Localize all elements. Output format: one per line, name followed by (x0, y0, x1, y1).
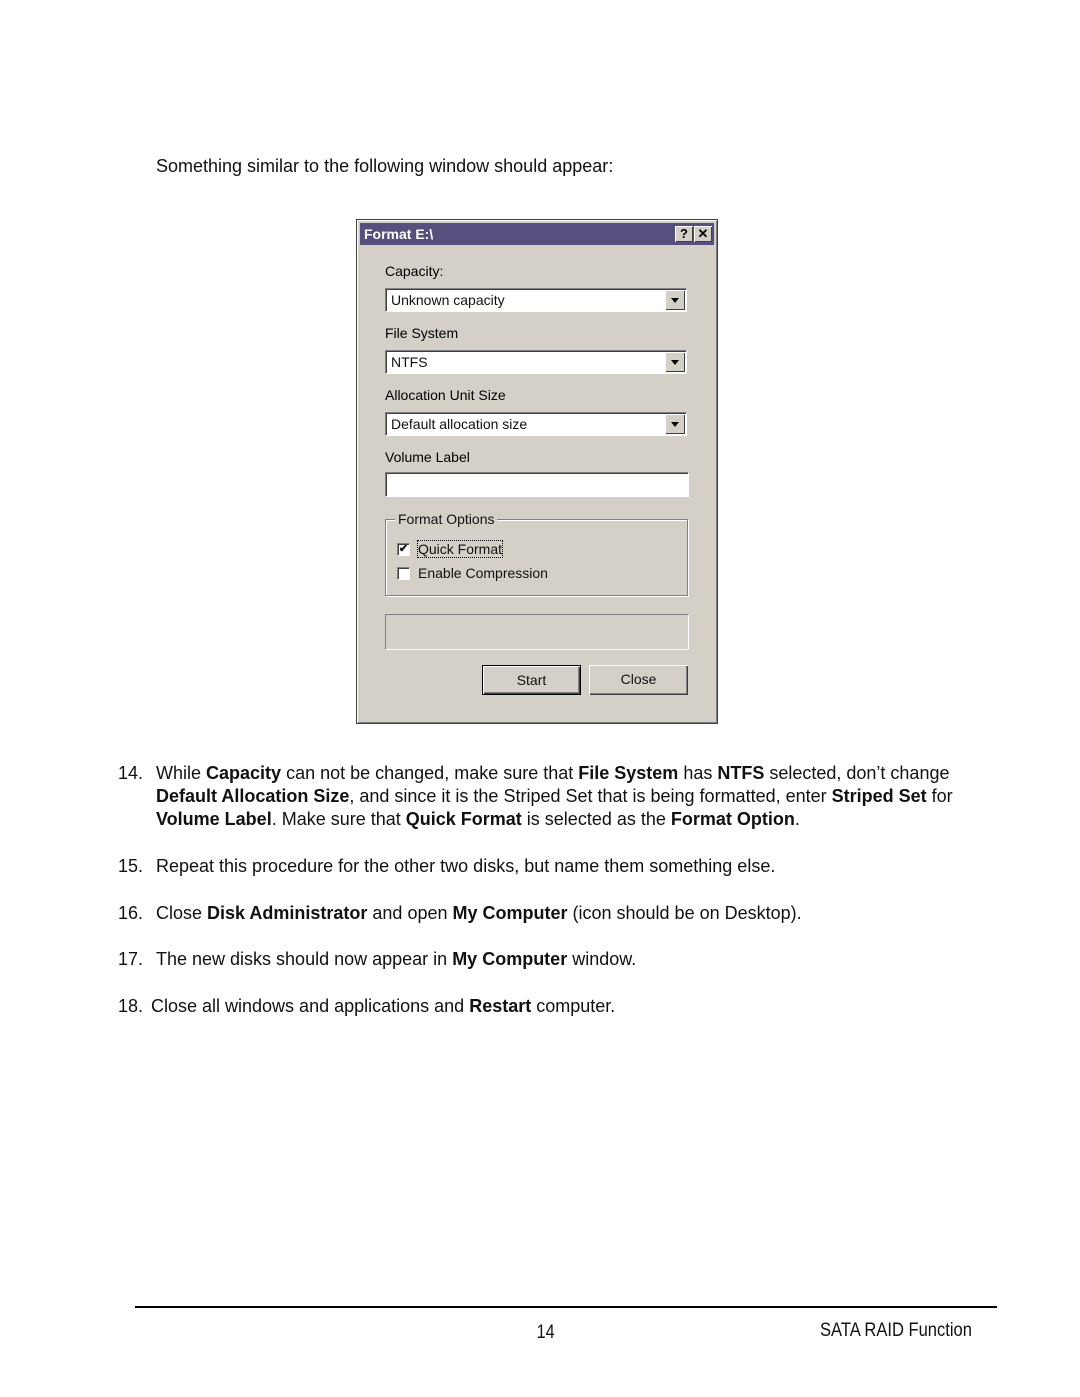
text-run: window. (567, 949, 637, 969)
checkbox-empty-icon[interactable] (397, 566, 410, 580)
filesystem-label: File System (385, 325, 459, 341)
volume-label: Volume Label (385, 449, 470, 465)
title-bar[interactable]: Format E:\ ? ✕ (360, 223, 714, 245)
volume-label-input[interactable] (385, 472, 689, 497)
step-text: While Capacity can not be changed, make … (156, 762, 1006, 831)
dialog-title: Format E:\ (364, 226, 434, 242)
text-run: and open (367, 903, 453, 923)
compression-label: Enable Compression (418, 565, 548, 581)
text-run: (icon should be on Desktop). (567, 903, 802, 923)
emphasis-term: File System (578, 763, 679, 783)
chevron-down-icon[interactable] (665, 352, 685, 372)
page-number: 14 (536, 1322, 555, 1343)
emphasis-term: Disk Administrator (207, 903, 368, 923)
step-text: Close all windows and applications and R… (151, 995, 1001, 1018)
text-run: While (156, 763, 207, 783)
allocation-label: Allocation Unit Size (385, 387, 506, 403)
text-run: can not be changed, make sure that (281, 763, 579, 783)
chevron-down-icon[interactable] (665, 290, 685, 310)
compression-checkbox[interactable]: Enable Compression (397, 565, 548, 581)
capacity-label: Capacity: (385, 263, 444, 279)
allocation-select[interactable]: Default allocation size (385, 412, 687, 436)
allocation-value: Default allocation size (391, 416, 528, 432)
section-title: SATA RAID Function (820, 1320, 972, 1341)
format-options-label: Format Options (395, 511, 498, 527)
capacity-value: Unknown capacity (391, 292, 505, 308)
text-run: Repeat this procedure for the other two … (156, 856, 776, 876)
emphasis-term: Volume Label (156, 809, 272, 829)
step-text: Close Disk Administrator and open My Com… (156, 902, 1006, 925)
footer-divider (135, 1306, 997, 1308)
help-button[interactable]: ? (675, 226, 693, 242)
text-run: The new disks should now appear in (156, 949, 453, 969)
text-run: , and since it is the Striped Set that i… (349, 786, 832, 806)
text-run: has (678, 763, 718, 783)
emphasis-term: Restart (469, 996, 532, 1016)
filesystem-select[interactable]: NTFS (385, 350, 687, 374)
chevron-down-icon[interactable] (665, 414, 685, 434)
text-run: . Make sure that (271, 809, 406, 829)
format-options-group: Format Options ✔ Quick Format Enable Com… (385, 511, 688, 596)
step-number: 18. (118, 996, 144, 1016)
emphasis-term: Format Option (670, 809, 795, 829)
format-dialog: Format E:\ ? ✕ Capacity: Unknown capacit… (356, 219, 718, 724)
filesystem-value: NTFS (391, 354, 428, 370)
close-icon[interactable]: ✕ (694, 226, 712, 242)
emphasis-term: Capacity (206, 763, 282, 783)
quick-format-label: Quick Format (416, 540, 504, 558)
progress-area (385, 614, 689, 650)
step-text: Repeat this procedure for the other two … (156, 855, 1006, 878)
step-number: 16. (118, 903, 144, 923)
close-button[interactable]: Close (589, 665, 688, 695)
quick-format-checkbox[interactable]: ✔ Quick Format (397, 540, 504, 558)
step-text: The new disks should now appear in My Co… (156, 948, 1006, 971)
step-number: 15. (118, 856, 144, 876)
text-run: is selected as the (521, 809, 671, 829)
text-run: computer. (531, 996, 616, 1016)
capacity-select[interactable]: Unknown capacity (385, 288, 687, 312)
text-run: for (926, 786, 953, 806)
start-button[interactable]: Start (482, 665, 581, 695)
text-run: . (794, 809, 800, 829)
emphasis-term: Striped Set (831, 786, 927, 806)
step-number: 17. (118, 949, 144, 969)
text-run: selected, don’t change (764, 763, 950, 783)
emphasis-term: My Computer (452, 949, 568, 969)
text-run: Close (156, 903, 208, 923)
emphasis-term: Quick Format (405, 809, 522, 829)
emphasis-term: NTFS (717, 763, 765, 783)
check-icon[interactable]: ✔ (397, 542, 410, 556)
emphasis-term: Default Allocation Size (156, 786, 350, 806)
intro-text: Something similar to the following windo… (156, 156, 614, 176)
text-run: Close all windows and applications and (151, 996, 470, 1016)
emphasis-term: My Computer (452, 903, 568, 923)
step-number: 14. (118, 763, 144, 783)
